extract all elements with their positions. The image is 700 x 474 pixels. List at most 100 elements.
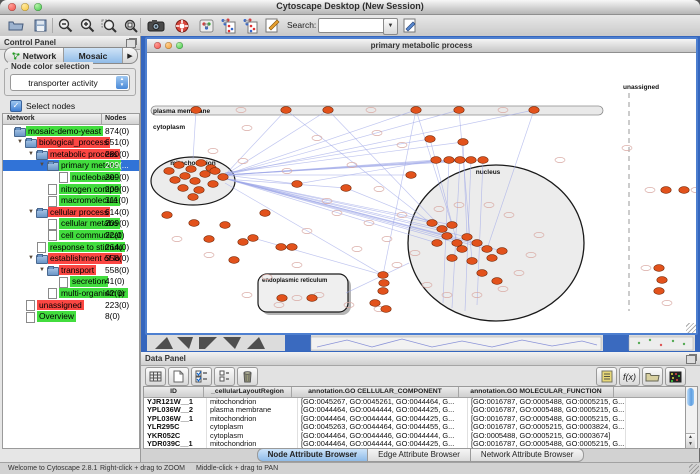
view-resize-grip[interactable]: [686, 323, 696, 333]
graph-node[interactable]: [437, 226, 447, 233]
tree-row[interactable]: secretion41(0): [3, 276, 139, 288]
tree-row[interactable]: response to stimulu264(0): [3, 241, 139, 253]
graph-node[interactable]: [276, 244, 286, 251]
search-config-button[interactable]: [400, 17, 420, 34]
tab-network-attribute-browser[interactable]: Network Attribute Browser: [471, 448, 584, 462]
table-column-header[interactable]: ID: [144, 387, 204, 397]
table-column-header[interactable]: _cellularLayoutRegion: [204, 387, 292, 397]
graph-node[interactable]: [323, 107, 333, 114]
select-attributes-button[interactable]: [191, 367, 212, 386]
zoom-in-button[interactable]: [77, 17, 97, 34]
graph-node[interactable]: [378, 288, 388, 295]
new-attribute-button[interactable]: [168, 367, 189, 386]
graph-node[interactable]: [204, 236, 214, 243]
graph-node[interactable]: [457, 246, 467, 253]
expand-arrow-icon[interactable]: ▼: [28, 151, 34, 157]
table-row[interactable]: YPL036W__1mitochondrion[GO:0044464, GO:0…: [144, 415, 690, 423]
attribute-list-button[interactable]: [596, 367, 617, 386]
graph-node[interactable]: [218, 174, 228, 181]
graph-node[interactable]: [431, 157, 441, 164]
graph-node[interactable]: [174, 162, 184, 169]
graph-node[interactable]: [164, 168, 174, 175]
table-row[interactable]: YKR052Ccytoplasm[GO:0044464, GO:0044446,…: [144, 432, 690, 440]
delete-attribute-button[interactable]: [237, 367, 258, 386]
select-nodes-checkbox[interactable]: ✓: [10, 100, 22, 112]
graph-node[interactable]: [281, 107, 291, 114]
graph-node[interactable]: [277, 295, 287, 302]
graph-edge[interactable]: [193, 110, 196, 159]
tree-row[interactable]: cellular metabo209(0): [3, 218, 139, 230]
expand-arrow-icon[interactable]: ▼: [28, 209, 34, 215]
graph-node[interactable]: [292, 181, 302, 188]
graph-node[interactable]: [186, 166, 196, 173]
node-color-combobox[interactable]: transporter activity ▲▼: [10, 74, 130, 91]
tree-row[interactable]: ▼primary metabo209(...: [3, 160, 139, 172]
tree-row[interactable]: cell communicat22(0): [3, 229, 139, 241]
zoom-out-button[interactable]: [55, 17, 75, 34]
expand-arrow-icon[interactable]: ▼: [39, 267, 45, 273]
open-session-button[interactable]: [6, 17, 26, 34]
graph-node[interactable]: [229, 257, 239, 264]
search-dropdown-icon[interactable]: ▼: [383, 18, 398, 35]
attribute-matrix-button[interactable]: [665, 367, 686, 386]
graph-node[interactable]: [432, 240, 442, 247]
scrollbar-thumb[interactable]: [687, 388, 694, 406]
save-session-button[interactable]: [30, 17, 50, 34]
graph-node[interactable]: [455, 157, 465, 164]
scrollbar-arrows[interactable]: ▲▼: [686, 433, 695, 448]
graph-node[interactable]: [427, 220, 437, 227]
zoom-fit-button[interactable]: [121, 17, 141, 34]
graph-node[interactable]: [487, 255, 497, 262]
table-column-header[interactable]: [614, 387, 690, 397]
table-column-header[interactable]: annotation.GO CELLULAR_COMPONENT: [292, 387, 459, 397]
tree-row[interactable]: nitrogen compo209(0): [3, 183, 139, 195]
graph-node[interactable]: [529, 107, 539, 114]
tree-row[interactable]: mosaic-demo-yeast874(0): [3, 125, 139, 137]
graph-node[interactable]: [467, 258, 477, 265]
graph-edge[interactable]: [225, 110, 459, 175]
graph-edge[interactable]: [297, 160, 436, 184]
window-titlebar[interactable]: Cytoscape Desktop (New Session): [0, 0, 700, 15]
network-snapshot-button[interactable]: [146, 17, 166, 34]
graph-node[interactable]: [196, 160, 206, 167]
tab-network[interactable]: Network: [5, 48, 64, 63]
graph-node[interactable]: [679, 187, 689, 194]
tree-row[interactable]: ▼transport558(0): [3, 264, 139, 276]
graph-node[interactable]: [287, 244, 297, 251]
table-vertical-scrollbar[interactable]: ▲▼: [685, 386, 698, 449]
expand-arrow-icon[interactable]: ▼: [17, 139, 23, 145]
graph-node[interactable]: [178, 185, 188, 192]
graph-node[interactable]: [472, 240, 482, 247]
import-attributes-button[interactable]: [642, 367, 663, 386]
graph-node[interactable]: [442, 233, 452, 240]
expand-arrow-icon[interactable]: ▼: [39, 162, 45, 168]
network-canvas[interactable]: plasma membranecytoplasmmitochondrionnuc…: [147, 53, 696, 333]
graph-edge[interactable]: [286, 110, 447, 236]
tree-row[interactable]: ▼establishment of lo558(0): [3, 253, 139, 265]
graph-node[interactable]: [260, 210, 270, 217]
copy-network-view-button[interactable]: [240, 17, 260, 34]
tree-row[interactable]: ▼cellular process614(0): [3, 206, 139, 218]
graph-node[interactable]: [200, 171, 210, 178]
table-row[interactable]: YLR295Ccytoplasm[GO:0045263, GO:0044464,…: [144, 423, 690, 431]
graph-node[interactable]: [492, 278, 502, 285]
graph-node[interactable]: [189, 220, 199, 227]
tab-mosaic[interactable]: Mosaic: [64, 48, 123, 63]
graph-node[interactable]: [452, 240, 462, 247]
annotation-button[interactable]: [262, 17, 282, 34]
graph-node[interactable]: [462, 234, 472, 241]
tree-row[interactable]: ▼biological_process651(0): [3, 137, 139, 149]
graph-node[interactable]: [466, 157, 476, 164]
function-builder-button[interactable]: f(x): [619, 367, 640, 386]
graph-node[interactable]: [654, 288, 664, 295]
graph-node[interactable]: [307, 295, 317, 302]
expand-arrow-icon[interactable]: ▼: [28, 255, 34, 261]
graph-node[interactable]: [220, 222, 230, 229]
tree-row[interactable]: multi-organism pr42(0): [3, 287, 139, 299]
tab-overflow-arrow-icon[interactable]: ▶: [123, 48, 137, 63]
tree-row[interactable]: unassigned223(0): [3, 299, 139, 311]
graph-node[interactable]: [477, 270, 487, 277]
graph-node[interactable]: [341, 185, 351, 192]
graph-edge[interactable]: [253, 238, 383, 275]
vizmapper-button[interactable]: [196, 17, 216, 34]
